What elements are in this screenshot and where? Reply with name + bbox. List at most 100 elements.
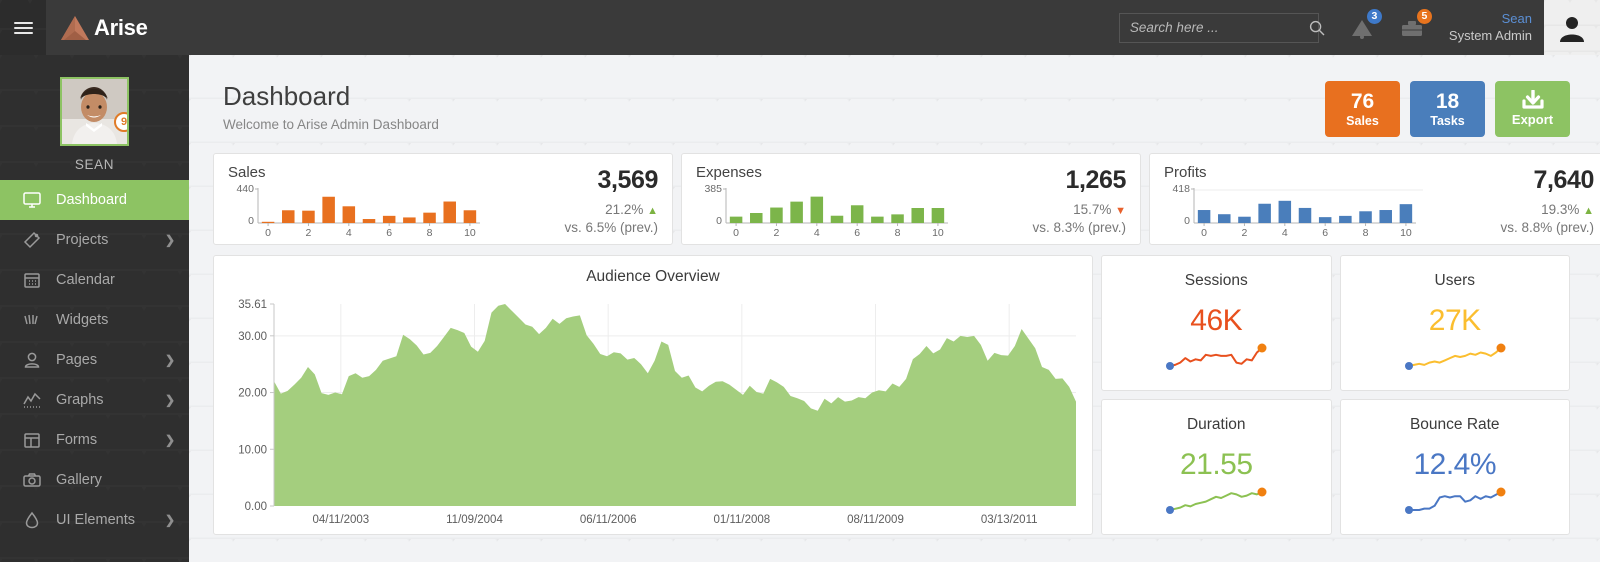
profile-photo[interactable]: 9	[60, 77, 129, 146]
search-icon[interactable]	[1309, 20, 1325, 36]
svg-text:0.00: 0.00	[245, 501, 267, 513]
triangle-mountain-logo-icon	[60, 15, 90, 41]
hamburger-bars	[14, 19, 33, 37]
stat-cards-row: Sales 44000246810 3,569 21.2% ▲ vs. 6.5%…	[189, 137, 1600, 245]
sidebar-item-dashboard[interactable]: Dashboard	[0, 180, 189, 220]
stat-card-right: 7,640 19.3% ▲ vs. 8.8% (prev.)	[1424, 164, 1594, 236]
page-title: Dashboard	[223, 81, 439, 112]
sales-count-value: 76	[1351, 90, 1374, 113]
svg-text:10: 10	[464, 227, 476, 239]
export-button[interactable]: Export	[1495, 81, 1570, 137]
svg-text:8: 8	[895, 227, 901, 239]
search-input[interactable]	[1130, 20, 1309, 35]
chevron-right-icon: ❯	[165, 393, 175, 407]
avatar[interactable]	[1544, 0, 1600, 55]
svg-text:0: 0	[248, 215, 254, 227]
sidebar-item-forms[interactable]: Forms ❯	[0, 420, 189, 460]
svg-text:0: 0	[733, 227, 739, 239]
users-sparkline	[1401, 340, 1509, 374]
svg-text:0: 0	[1184, 215, 1190, 227]
user-avatar-icon	[1559, 14, 1585, 42]
stat-title: Profits	[1164, 164, 1424, 181]
sidebar-item-label: Pages	[56, 352, 97, 368]
stat-delta: 21.2% ▲	[488, 202, 658, 217]
svg-text:0: 0	[265, 227, 271, 239]
svg-text:440: 440	[236, 183, 254, 195]
download-icon	[1522, 90, 1544, 110]
kpi-card-users[interactable]: Users 27K	[1340, 255, 1571, 391]
trend-up-icon: ▲	[1583, 205, 1594, 217]
stat-delta: 19.3% ▲	[1424, 202, 1594, 217]
alerts-badge: 3	[1366, 8, 1383, 25]
profile-name: SEAN	[0, 157, 189, 172]
svg-text:11/09/2004: 11/09/2004	[446, 514, 503, 526]
sidebar-item-pages[interactable]: Pages ❯	[0, 340, 189, 380]
stat-card-expenses[interactable]: Expenses 38500246810 1,265 15.7% ▼ vs. 8…	[681, 153, 1141, 245]
stat-card-right: 1,265 15.7% ▼ vs. 8.3% (prev.)	[956, 164, 1126, 236]
layout-icon	[22, 430, 42, 450]
hamburger-menu-icon[interactable]	[0, 0, 46, 55]
export-label: Export	[1512, 113, 1553, 127]
tasks-count-button[interactable]: 18 Tasks	[1410, 81, 1485, 137]
stat-value: 3,569	[488, 166, 658, 195]
stat-card-left: Expenses 38500246810	[696, 164, 956, 236]
sidebar-item-ui-elements[interactable]: UI Elements ❯	[0, 500, 189, 540]
sales-count-button[interactable]: 76 Sales	[1325, 81, 1400, 137]
kpi-value: 46K	[1190, 304, 1242, 338]
svg-text:4: 4	[1282, 227, 1288, 239]
kpi-title: Bounce Rate	[1410, 416, 1500, 434]
svg-text:10.00: 10.00	[238, 444, 267, 456]
trend-down-icon: ▼	[1115, 205, 1126, 217]
svg-text:04/11/2003: 04/11/2003	[312, 514, 369, 526]
sidebar-item-graphs[interactable]: Graphs ❯	[0, 380, 189, 420]
kpi-card-duration[interactable]: Duration 21.55	[1101, 399, 1332, 535]
brand-logo-area[interactable]: Arise	[46, 0, 188, 55]
svg-text:03/13/2011: 03/13/2011	[981, 514, 1038, 526]
search-box[interactable]	[1119, 13, 1319, 43]
kpi-title: Users	[1435, 272, 1475, 290]
alerts-button[interactable]: 3	[1345, 11, 1379, 45]
trend-up-icon: ▲	[647, 205, 658, 217]
svg-text:8: 8	[1363, 227, 1369, 239]
svg-text:20.00: 20.00	[238, 388, 267, 400]
kpi-card-bounce-rate[interactable]: Bounce Rate 12.4%	[1340, 399, 1571, 535]
sidebar-item-label: Widgets	[56, 312, 108, 328]
svg-text:6: 6	[854, 227, 860, 239]
duration-sparkline	[1162, 484, 1270, 518]
audience-overview-card[interactable]: Audience Overview 35.6130.0020.0010.000.…	[213, 255, 1093, 535]
sidebar-item-label: Forms	[56, 432, 97, 448]
svg-text:385: 385	[704, 183, 722, 195]
svg-text:2: 2	[1242, 227, 1248, 239]
stat-delta: 15.7% ▼	[956, 202, 1126, 217]
kpi-card-sessions[interactable]: Sessions 46K	[1101, 255, 1332, 391]
sidebar-item-widgets[interactable]: Widgets	[0, 300, 189, 340]
kpi-value: 21.55	[1180, 448, 1253, 482]
sidebar-item-label: Dashboard	[56, 192, 127, 208]
sidebar-item-gallery[interactable]: Gallery	[0, 460, 189, 500]
messages-button[interactable]: 5	[1395, 11, 1429, 45]
svg-text:10: 10	[1400, 227, 1412, 239]
top-navbar: Arise 3	[0, 0, 1600, 55]
sidebar-item-projects[interactable]: Projects ❯	[0, 220, 189, 260]
line-chart-icon	[22, 390, 42, 410]
sidebar-item-calendar[interactable]: Calendar	[0, 260, 189, 300]
lower-row: Audience Overview 35.6130.0020.0010.000.…	[189, 245, 1600, 535]
svg-text:0: 0	[1201, 227, 1207, 239]
stat-card-profits[interactable]: Profits 41800246810 7,640 19.3% ▲ vs. 8.…	[1149, 153, 1600, 245]
header-actions: 76 Sales 18 Tasks Export	[1325, 81, 1570, 137]
user-role: System Admin	[1449, 28, 1532, 44]
stat-prev: vs. 8.8% (prev.)	[1424, 220, 1594, 235]
sidebar: 9 SEAN Dashboard Projects ❯ Calendar	[0, 55, 189, 562]
stat-prev: vs. 6.5% (prev.)	[488, 220, 658, 235]
user-menu[interactable]: Sean System Admin	[1449, 11, 1532, 44]
profile-notification-badge: 9	[114, 112, 129, 132]
svg-text:4: 4	[814, 227, 820, 239]
stat-card-left: Sales 44000246810	[228, 164, 488, 236]
svg-text:2: 2	[774, 227, 780, 239]
stat-card-sales[interactable]: Sales 44000246810 3,569 21.2% ▲ vs. 6.5%…	[213, 153, 673, 245]
sidebar-item-label: Calendar	[56, 272, 115, 288]
chevron-right-icon: ❯	[165, 513, 175, 527]
chevron-right-icon: ❯	[165, 353, 175, 367]
chevron-right-icon: ❯	[165, 233, 175, 247]
svg-text:418: 418	[1172, 183, 1190, 195]
